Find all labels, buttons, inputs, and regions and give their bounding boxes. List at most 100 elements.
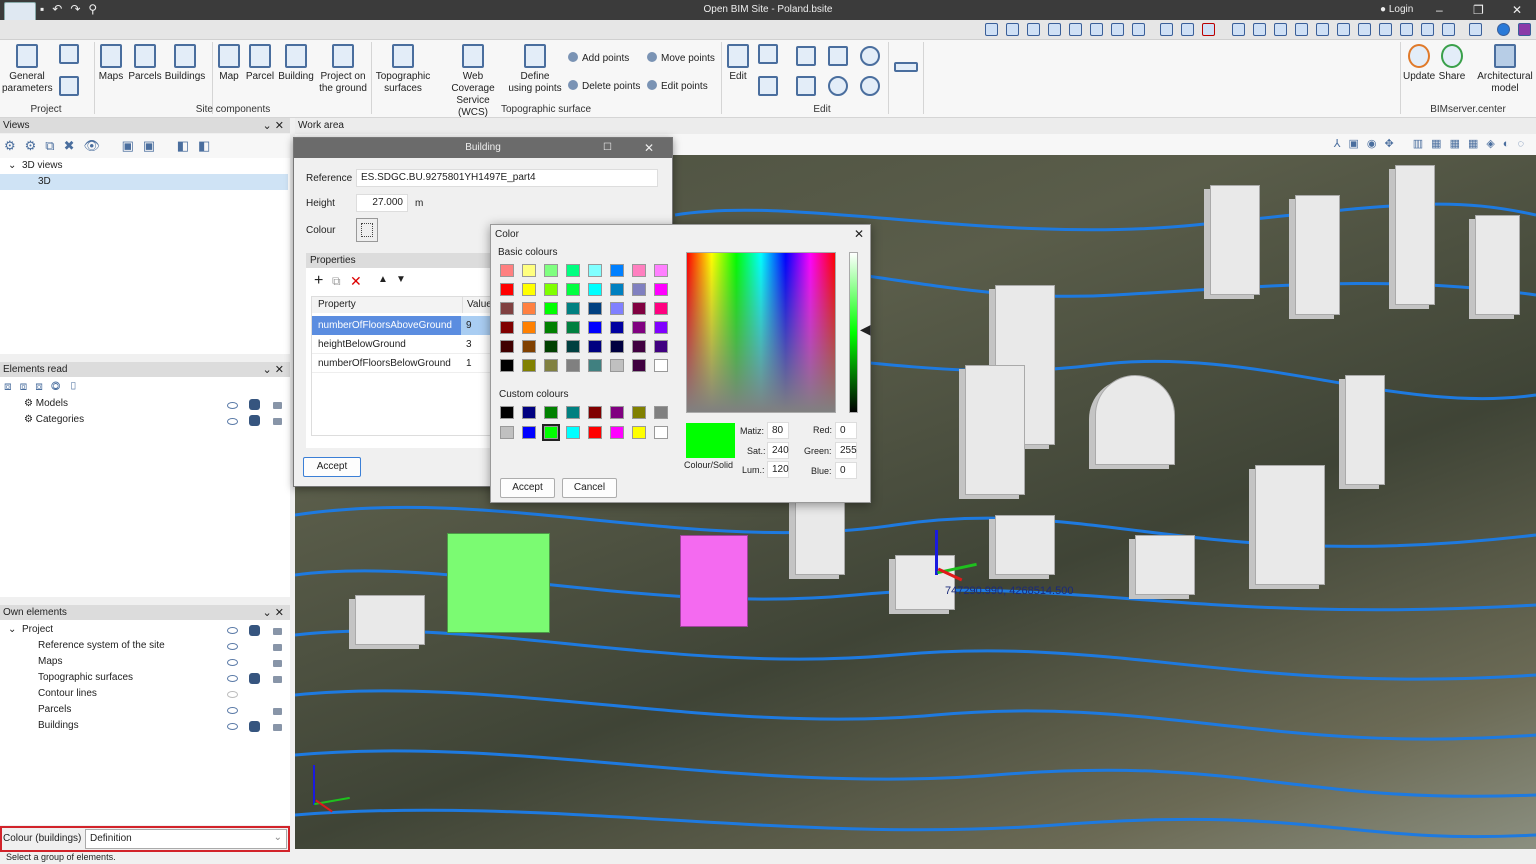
- cube-icon[interactable]: [249, 399, 260, 410]
- basic-colour-swatch[interactable]: [522, 264, 536, 277]
- book-icon[interactable]: [1518, 23, 1531, 36]
- edit-points-button[interactable]: Edit points: [647, 80, 708, 92]
- general-parameters-button[interactable]: General parameters: [2, 44, 53, 95]
- basic-colour-swatch[interactable]: [500, 264, 514, 277]
- map-button[interactable]: Map: [215, 44, 243, 83]
- lock-icon[interactable]: [273, 724, 282, 731]
- minimize-button[interactable]: –: [1436, 3, 1443, 17]
- lock-icon[interactable]: [273, 676, 282, 683]
- custom-colour-swatch[interactable]: [522, 406, 536, 419]
- basic-colour-swatch[interactable]: [522, 321, 536, 334]
- ruler-icon[interactable]: [1316, 23, 1329, 36]
- basic-colour-swatch[interactable]: [566, 302, 580, 315]
- lum-input[interactable]: 120: [767, 461, 789, 478]
- lock-icon[interactable]: [273, 660, 282, 667]
- orbit-icon[interactable]: [1111, 23, 1124, 36]
- basic-colour-swatch[interactable]: [588, 340, 602, 353]
- custom-colour-swatch[interactable]: [632, 406, 646, 419]
- move-points-button[interactable]: Move points: [647, 52, 715, 64]
- cube-icon[interactable]: [249, 415, 260, 426]
- keyboard-icon[interactable]: [1295, 23, 1308, 36]
- custom-colour-swatch[interactable]: [654, 406, 668, 419]
- share-button[interactable]: Share: [1437, 44, 1467, 83]
- red-input[interactable]: 0: [835, 422, 857, 439]
- basic-colour-swatch[interactable]: [588, 321, 602, 334]
- elements-read-toolbar-icons[interactable]: ⧈⧈⧈◎▯: [4, 379, 86, 394]
- orthogonal-icon[interactable]: [1337, 23, 1350, 36]
- building-magenta[interactable]: [680, 535, 748, 627]
- luminance-slider[interactable]: [849, 252, 858, 413]
- snap-icon[interactable]: [1274, 23, 1287, 36]
- building-button[interactable]: Building: [277, 44, 315, 83]
- basic-colour-swatch[interactable]: [566, 264, 580, 277]
- visibility-eye-icon[interactable]: [227, 675, 238, 682]
- lock-icon[interactable]: [273, 402, 282, 409]
- basic-colour-swatch[interactable]: [522, 340, 536, 353]
- accept-button[interactable]: Accept: [500, 478, 555, 498]
- zoom-icon[interactable]: [1027, 23, 1040, 36]
- basic-colour-swatch[interactable]: [544, 340, 558, 353]
- visibility-eye-icon[interactable]: [227, 707, 238, 714]
- dwg-icon[interactable]: [1181, 23, 1194, 36]
- custom-colour-swatch[interactable]: [610, 406, 624, 419]
- visibility-off-icon[interactable]: [227, 691, 238, 698]
- grid-icon[interactable]: [1253, 23, 1266, 36]
- basic-colour-swatch[interactable]: [610, 321, 624, 334]
- basic-colour-swatch[interactable]: [654, 302, 668, 315]
- measure-button[interactable]: [894, 62, 918, 75]
- tree-node-models[interactable]: ⚙ Models: [24, 396, 68, 412]
- window-icon[interactable]: [1132, 23, 1145, 36]
- reference-input[interactable]: ES.SDGC.BU.9275801YH1497E_part4: [356, 169, 658, 187]
- erase-button[interactable]: [796, 76, 816, 99]
- basic-colour-swatch[interactable]: [654, 264, 668, 277]
- basic-colour-swatch[interactable]: [522, 359, 536, 372]
- add-icon[interactable]: +: [314, 272, 323, 290]
- custom-colour-swatch[interactable]: [500, 426, 514, 439]
- basic-colour-swatch[interactable]: [588, 302, 602, 315]
- basic-colour-swatch[interactable]: [566, 340, 580, 353]
- blue-input[interactable]: 0: [835, 462, 857, 479]
- custom-colour-swatch[interactable]: [654, 426, 668, 439]
- edit-button[interactable]: Edit: [726, 44, 750, 83]
- visibility-eye-icon[interactable]: [227, 418, 238, 425]
- dxf-icon[interactable]: [1160, 23, 1173, 36]
- custom-colour-swatch[interactable]: [500, 406, 514, 419]
- maps-button[interactable]: Maps: [97, 44, 125, 83]
- visibility-eye-icon[interactable]: [227, 643, 238, 650]
- collapse-close-icons[interactable]: ⌄ ✕: [263, 606, 285, 619]
- cube-icon[interactable]: [249, 673, 260, 684]
- paint-button[interactable]: [758, 76, 778, 99]
- close-icon[interactable]: ✕: [644, 138, 654, 158]
- custom-colour-swatch[interactable]: [522, 426, 536, 439]
- basic-colour-swatch[interactable]: [544, 359, 558, 372]
- define-points-button[interactable]: Define using points: [508, 44, 562, 95]
- custom-colour-swatch[interactable]: [588, 426, 602, 439]
- zoom-extents-icon[interactable]: [985, 23, 998, 36]
- clock-icon[interactable]: [1379, 23, 1392, 36]
- custom-colour-swatch[interactable]: [544, 406, 558, 419]
- lock-icon[interactable]: [273, 418, 282, 425]
- collapse-close-icons[interactable]: ⌄ ✕: [263, 119, 285, 132]
- mirror-button[interactable]: [860, 46, 880, 69]
- custom-colour-swatch[interactable]: [542, 424, 560, 441]
- accept-button[interactable]: Accept: [303, 457, 361, 477]
- rotate-button[interactable]: [828, 76, 848, 99]
- basic-colour-swatch[interactable]: [500, 302, 514, 315]
- parcel-button[interactable]: Parcel: [245, 44, 275, 83]
- tree-node-own-element[interactable]: Contour lines: [38, 686, 97, 702]
- colour-picker-button[interactable]: [356, 218, 378, 242]
- basic-colour-swatch[interactable]: [544, 264, 558, 277]
- basic-colour-swatch[interactable]: [522, 302, 536, 315]
- login-button[interactable]: ● Login: [1380, 4, 1413, 15]
- collapse-close-icons[interactable]: ⌄ ✕: [263, 363, 285, 376]
- copy-button[interactable]: [796, 46, 816, 69]
- magnet-icon[interactable]: [1202, 23, 1215, 36]
- basic-colour-swatch[interactable]: [632, 359, 646, 372]
- luminance-pointer-icon[interactable]: ◀: [860, 321, 871, 338]
- hue-input[interactable]: 80: [767, 422, 789, 439]
- sat-input[interactable]: 240: [767, 442, 789, 459]
- basic-colour-swatch[interactable]: [588, 283, 602, 296]
- green-input[interactable]: 255: [835, 442, 857, 459]
- maximize-icon[interactable]: ☐: [603, 138, 612, 158]
- visibility-eye-icon[interactable]: [227, 627, 238, 634]
